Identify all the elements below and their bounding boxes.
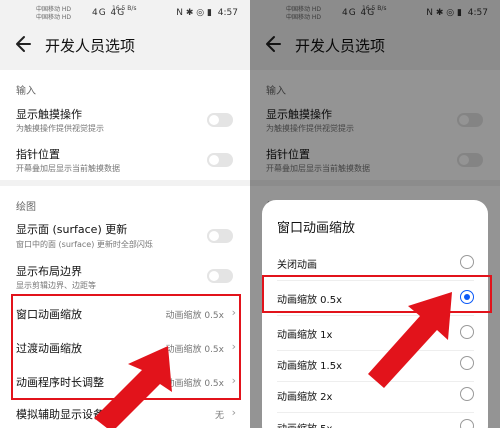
carrier-2: 中国移动 HD <box>36 14 72 21</box>
settings-screen-left: 中国移动 HD 中国移动 HD 4G 4G 16.5 B/s N ✱ ◎ ▮ 4… <box>0 0 250 428</box>
carrier-info: 中国移动 HD 中国移动 HD <box>36 6 71 22</box>
row-value: 无 <box>214 411 224 421</box>
toggle-switch[interactable] <box>207 113 233 127</box>
toggle-switch[interactable] <box>207 269 233 283</box>
chevron-right-icon: › <box>231 406 236 419</box>
option-label: 动画缩放 1x <box>277 330 333 341</box>
back-arrow-icon[interactable] <box>14 32 34 56</box>
status-icons: N ✱ ◎ ▮ <box>176 8 212 18</box>
section-label-drawing: 绘图 <box>16 202 36 213</box>
row-subtitle: 开幕叠加层显示当前触摸数据 <box>16 164 120 173</box>
option-label: 动画缩放 2x <box>277 392 333 403</box>
row-title: 显示触摸操作 <box>16 108 82 121</box>
status-bar: 中国移动 HD 中国移动 HD 4G 4G 16.5 B/s N ✱ ◎ ▮ 4… <box>0 0 250 28</box>
row-title: 显示布局边界 <box>16 265 82 278</box>
animation-scale-dialog: 窗口动画缩放 关闭动画 动画缩放 0.5x 动画缩放 1x 动画缩放 1.5x … <box>262 200 488 428</box>
page-title: 开发人员选项 <box>45 37 136 55</box>
option-2x[interactable]: 动画缩放 2x <box>262 378 488 412</box>
carrier-1: 中国移动 HD <box>36 6 72 13</box>
section-label-input: 输入 <box>16 86 36 97</box>
row-title: 模拟辅助显示设备 <box>16 408 104 421</box>
settings-screen-right: 中国移动 HD 中国移动 HD 4G 4G 16.5 B/s N ✱ ◎ ▮ 4… <box>250 0 500 428</box>
app-bar: 开发人员选项 <box>0 28 250 62</box>
option-label: 动画缩放 5x <box>277 420 332 428</box>
dialog-title: 窗口动画缩放 <box>277 221 356 236</box>
option-1-5x[interactable]: 动画缩放 1.5x <box>262 347 488 381</box>
toggle-switch[interactable] <box>207 229 233 243</box>
toggle-switch[interactable] <box>207 153 233 167</box>
highlight-box <box>11 294 241 400</box>
network-speed: 16.5 B/s <box>112 5 137 12</box>
highlight-box <box>262 275 492 313</box>
option-label: 关闭动画 <box>277 260 317 271</box>
row-title: 指针位置 <box>16 148 60 161</box>
option-label: 动画缩放 1.5x <box>277 361 342 372</box>
row-subtitle: 为触摸操作提供视觉提示 <box>16 124 104 133</box>
radio-button[interactable] <box>460 419 474 428</box>
option-1x[interactable]: 动画缩放 1x <box>262 316 488 350</box>
row-layout-bounds[interactable]: 显示布局边界 显示剪辑边界、边距等 <box>0 254 250 294</box>
row-subtitle: 显示剪辑边界、边距等 <box>16 281 96 290</box>
input-section: 输入 显示触摸操作 为触摸操作提供视觉提示 指针位置 开幕叠加层显示当前触摸数据 <box>0 70 250 180</box>
radio-button[interactable] <box>460 325 474 339</box>
row-surface-updates[interactable]: 显示面 (surface) 更新 窗口中的面 (surface) 更新时全部闪烁 <box>0 212 250 252</box>
radio-button[interactable] <box>460 387 474 401</box>
radio-button[interactable] <box>460 356 474 370</box>
row-subtitle: 窗口中的面 (surface) 更新时全部闪烁 <box>16 240 153 249</box>
radio-button[interactable] <box>460 255 474 269</box>
clock: 4:57 <box>217 8 238 18</box>
row-pointer-location[interactable]: 指针位置 开幕叠加层显示当前触摸数据 <box>0 138 250 176</box>
row-show-touches[interactable]: 显示触摸操作 为触摸操作提供视觉提示 <box>0 98 250 136</box>
status-right: N ✱ ◎ ▮ 4:57 <box>173 8 238 18</box>
row-title: 显示面 (surface) 更新 <box>16 223 128 236</box>
row-simulate-secondary-displays[interactable]: 模拟辅助显示设备 无 › <box>0 398 250 428</box>
option-5x[interactable]: 动画缩放 5x <box>262 410 488 428</box>
